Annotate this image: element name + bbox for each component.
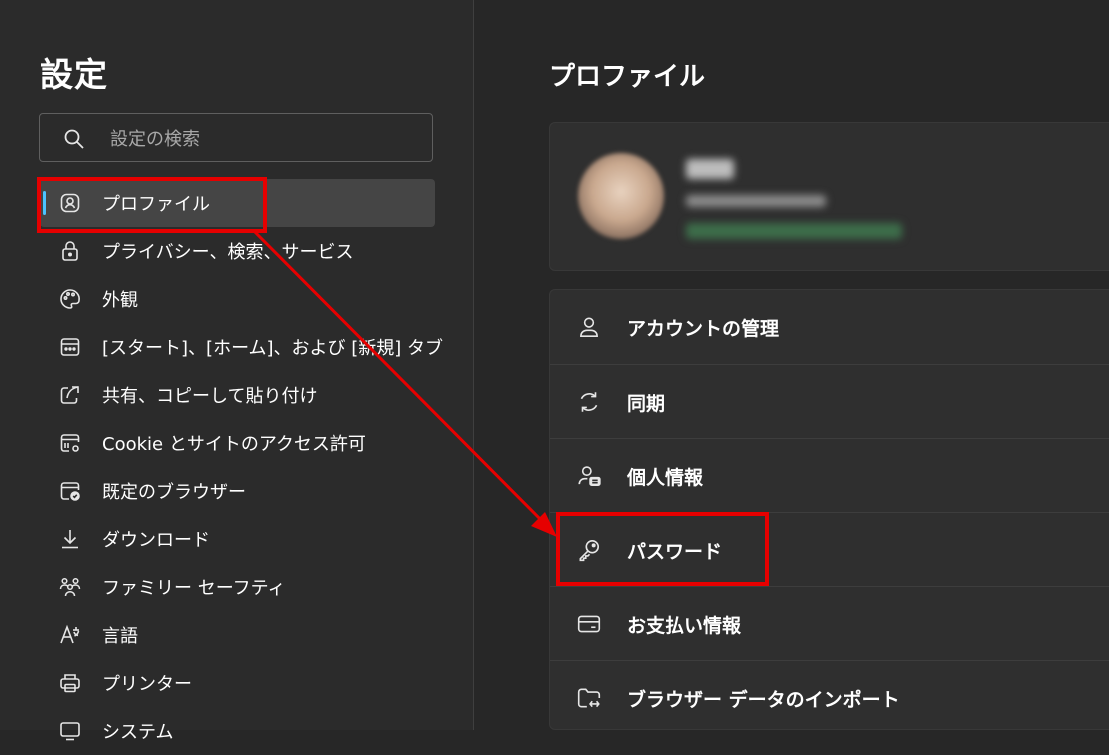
row-label: アカウントの管理 [627,318,780,340]
sidebar-item-label: 言語 [102,626,138,647]
sidebar-item-cookies-permissions[interactable]: Cookie とサイトのアクセス許可 [40,419,435,467]
profile-settings-list: アカウントの管理 同期 個人情報 パスワード お支払い情報 ブラウザー データの… [549,289,1109,730]
sidebar-item-family-safety[interactable]: ファミリー セーフティ [40,563,435,611]
system-icon [58,719,82,743]
row-sync[interactable]: 同期 [550,364,1109,438]
sidebar-item-default-browser[interactable]: 既定のブラウザー [40,467,435,515]
settings-nav: プロファイル プライバシー、検索、サービス 外観 [スタート]、[ホーム]、およ… [40,179,443,755]
row-personal-info[interactable]: 個人情報 [550,438,1109,512]
sidebar-item-label: 外観 [102,290,138,311]
sidebar-item-profile[interactable]: プロファイル [40,179,435,227]
avatar [578,153,664,239]
sidebar-item-start-home-newtab[interactable]: [スタート]、[ホーム]、および [新規] タブ [40,323,443,371]
sidebar-item-share-copy-paste[interactable]: 共有、コピーして貼り付け [40,371,435,419]
share-icon [58,383,82,407]
card-icon [576,611,602,637]
printer-icon [58,671,82,695]
sidebar-item-label: 既定のブラウザー [102,482,246,503]
settings-search-input[interactable] [108,124,412,154]
row-payment-info[interactable]: お支払い情報 [550,586,1109,660]
import-icon [576,685,602,711]
profile-email-redacted [686,195,826,207]
sidebar-item-label: プリンター [102,674,192,695]
profile-name-redacted [686,159,734,179]
row-passwords[interactable]: パスワード [550,512,1109,586]
row-label: パスワード [627,541,723,563]
sidebar-item-languages[interactable]: 言語 [40,611,435,659]
default-browser-icon [58,479,82,503]
lock-icon [58,239,82,263]
family-icon [58,575,82,599]
sync-status-redacted [686,223,902,239]
sidebar-item-printers[interactable]: プリンター [40,659,435,707]
row-label: 個人情報 [627,467,704,489]
settings-sidebar: 設定 プロファイル プライバシー、検索、サービス [0,0,473,743]
profile-card[interactable] [549,122,1109,271]
sidebar-item-label: ファミリー セーフティ [102,578,286,599]
person-icon [576,314,602,340]
site-permissions-icon [58,431,82,455]
sidebar-item-label: プロファイル [102,194,210,215]
key-icon [576,537,602,563]
row-import-browser-data[interactable]: ブラウザー データのインポート [550,660,1109,729]
sidebar-item-label: 共有、コピーして貼り付け [102,386,318,407]
settings-search-box[interactable] [39,113,433,162]
row-label: 同期 [627,393,666,415]
pane-divider [473,0,474,730]
sidebar-item-label: プライバシー、検索、サービス [102,242,354,263]
sidebar-item-label: [スタート]、[ホーム]、および [新規] タブ [102,338,444,359]
sidebar-item-system[interactable]: システム [40,707,435,755]
sidebar-item-label: システム [102,722,174,743]
profile-icon [58,191,82,215]
palette-icon [58,287,82,311]
personal-info-icon [576,463,602,489]
sidebar-item-privacy[interactable]: プライバシー、検索、サービス [40,227,435,275]
home-tabs-icon [58,335,82,359]
settings-title: 設定 [40,55,108,94]
search-icon [62,127,86,155]
sidebar-item-appearance[interactable]: 外観 [40,275,435,323]
sidebar-item-label: Cookie とサイトのアクセス許可 [102,434,366,455]
sidebar-item-downloads[interactable]: ダウンロード [40,515,435,563]
download-icon [58,527,82,551]
row-label: お支払い情報 [627,615,742,637]
page-title: プロファイル [549,62,706,92]
sidebar-item-label: ダウンロード [102,530,210,551]
language-icon [58,623,82,647]
sync-icon [576,389,602,415]
row-manage-account[interactable]: アカウントの管理 [550,290,1109,363]
row-label: ブラウザー データのインポート [627,689,900,711]
